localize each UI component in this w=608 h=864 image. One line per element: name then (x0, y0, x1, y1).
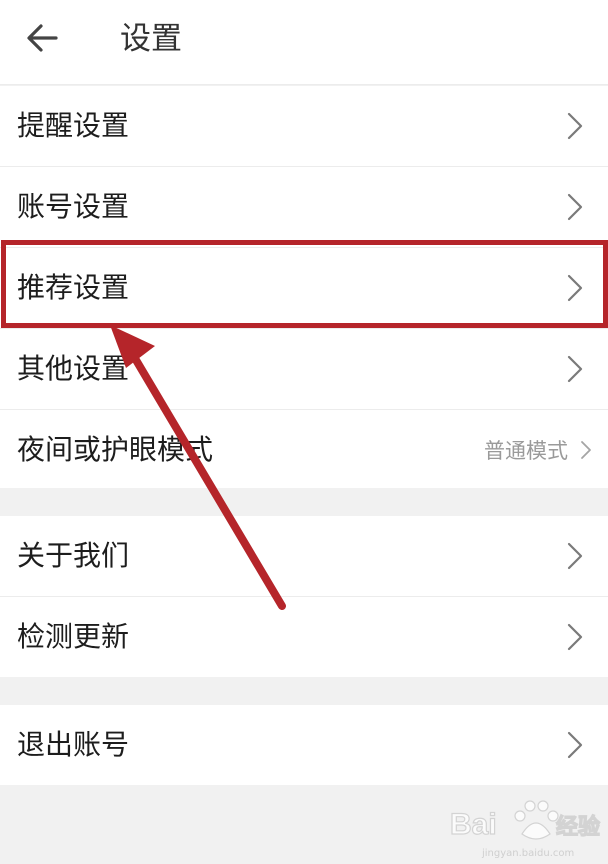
chevron-right-icon (567, 274, 583, 302)
chevron-right-icon (567, 355, 583, 383)
settings-item-label: 其他设置 (17, 352, 130, 385)
settings-item-label: 夜间或护眼模式 (17, 433, 214, 466)
settings-item-label: 提醒设置 (17, 109, 130, 142)
settings-item-label: 推荐设置 (17, 271, 130, 304)
watermark-product: 经验 (556, 814, 600, 840)
settings-item-label: 检测更新 (17, 620, 130, 653)
settings-item-about-us[interactable]: 关于我们 (0, 516, 608, 597)
settings-item-logout[interactable]: 退出账号 (0, 705, 608, 785)
watermark-brand: Bai (450, 808, 497, 841)
chevron-right-icon (567, 542, 583, 570)
settings-item-check-update[interactable]: 检测更新 (0, 597, 608, 677)
settings-item-reminder[interactable]: 提醒设置 (0, 86, 608, 167)
arrow-left-icon (27, 24, 58, 52)
settings-item-label: 退出账号 (17, 728, 130, 761)
baidu-jingyan-watermark: Bai 经验 jingyan.baidu.com (449, 800, 601, 859)
settings-item-night-mode[interactable]: 夜间或护眼模式 普通模式 (0, 410, 608, 490)
top-bar: 设置 (0, 0, 608, 85)
chevron-right-icon (567, 731, 583, 759)
page-title: 设置 (120, 21, 182, 57)
settings-item-account[interactable]: 账号设置 (0, 167, 608, 248)
chevron-right-icon (567, 112, 583, 140)
settings-screen: 设置 提醒设置 账号设置 推荐设置 其他设置 夜间或护眼模式 普通模式 关于我们 (0, 0, 608, 864)
settings-item-recommendation[interactable]: 推荐设置 (0, 248, 608, 329)
chevron-right-icon (567, 623, 583, 651)
settings-group-main: 提醒设置 账号设置 推荐设置 其他设置 夜间或护眼模式 普通模式 (0, 86, 608, 488)
watermark-url: jingyan.baidu.com (481, 848, 574, 859)
back-button[interactable] (18, 16, 70, 62)
night-mode-value: 普通模式 (484, 439, 568, 463)
settings-group-about: 关于我们 检测更新 (0, 516, 608, 677)
settings-item-label: 关于我们 (17, 539, 130, 572)
settings-group-logout: 退出账号 (0, 705, 608, 785)
settings-item-other[interactable]: 其他设置 (0, 329, 608, 410)
settings-item-label: 账号设置 (17, 190, 130, 223)
chevron-right-icon (567, 193, 583, 221)
chevron-right-icon (581, 441, 591, 459)
